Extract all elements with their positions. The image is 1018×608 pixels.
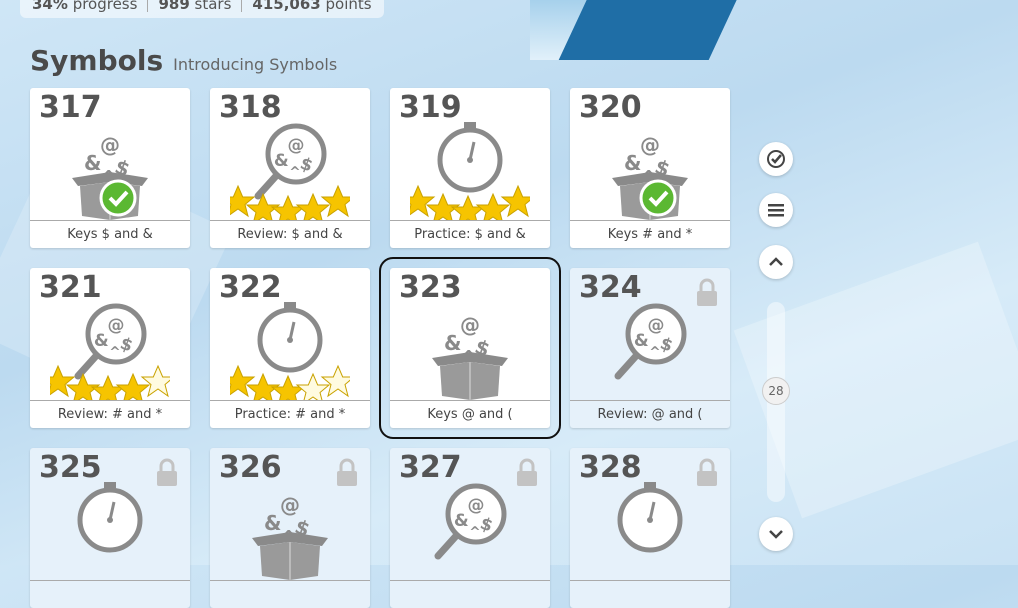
- box-icon: & @ $ ^: [432, 313, 508, 400]
- section-title: Symbols: [30, 44, 164, 77]
- star-icon: [450, 194, 486, 221]
- star-icon: [320, 184, 350, 218]
- check-circle-icon: [767, 150, 785, 168]
- svg-text:@: @: [648, 316, 665, 336]
- svg-text:@: @: [100, 133, 120, 157]
- box-icon: & @ $ ^: [72, 133, 148, 220]
- svg-text:&: &: [94, 331, 109, 351]
- lesson-tile: 324 & @ $ ^ Review: @ and (: [570, 268, 730, 428]
- check-progress-button[interactable]: [759, 142, 793, 176]
- magnifier-icon: & @ $ ^: [614, 303, 687, 380]
- svg-text:&: &: [454, 511, 469, 531]
- lesson-caption: [390, 580, 550, 608]
- magnifier-icon: & @ $ ^: [230, 123, 350, 221]
- chevron-up-icon: [769, 257, 783, 266]
- lesson-tile[interactable]: 317 & @ $ ^ Keys $ and &: [30, 88, 190, 248]
- divider: [147, 0, 149, 12]
- stopwatch-icon: [410, 122, 530, 221]
- lock-icon: [697, 458, 717, 486]
- scroll-up-button[interactable]: [759, 245, 793, 279]
- points-stat: 415,063 points: [252, 0, 372, 13]
- star-icon: [270, 194, 306, 221]
- svg-text:@: @: [288, 136, 305, 156]
- scroll-knob[interactable]: 28: [762, 377, 790, 405]
- stopwatch-icon: [617, 482, 683, 553]
- svg-text:^: ^: [469, 524, 480, 540]
- star-icon: [140, 364, 170, 398]
- divider: [241, 0, 243, 12]
- progress-stat: 34% progress: [32, 0, 138, 13]
- menu-button[interactable]: [759, 193, 793, 227]
- background-shape: [558, 0, 742, 60]
- lesson-caption: Review: $ and &: [210, 220, 370, 248]
- lesson-tile: 328: [570, 448, 730, 608]
- svg-text:^: ^: [109, 344, 120, 360]
- box-icon: & @ $ ^: [612, 133, 688, 220]
- star-icon: [230, 364, 256, 398]
- svg-text:&: &: [624, 151, 641, 175]
- svg-text:&: &: [274, 151, 289, 171]
- lesson-caption: Keys $ and &: [30, 220, 190, 248]
- lesson-caption: Review: # and *: [30, 400, 190, 428]
- stars-stat: 989 stars: [158, 0, 232, 13]
- magnifier-icon: & @ $ ^: [50, 303, 170, 401]
- lesson-tile[interactable]: 318 & @ $ ^ Review: $ and &: [210, 88, 370, 248]
- svg-text:&: &: [634, 331, 649, 351]
- stopwatch-icon: [77, 482, 143, 553]
- lesson-tile: 327 & @ $ ^: [390, 448, 550, 608]
- svg-text:@: @: [108, 316, 125, 336]
- scroll-down-button[interactable]: [759, 517, 793, 551]
- lesson-caption: Keys @ and (: [390, 400, 550, 428]
- svg-text:@: @: [468, 496, 485, 516]
- lesson-tile[interactable]: 321 & @ $ ^ Review: # and *: [30, 268, 190, 428]
- check-icon: [99, 179, 137, 217]
- svg-text:^: ^: [649, 344, 660, 360]
- svg-text:@: @: [280, 493, 300, 517]
- lesson-caption: [570, 580, 730, 608]
- svg-text:&: &: [264, 511, 281, 535]
- svg-text:@: @: [460, 313, 480, 337]
- star-icon: [50, 364, 76, 398]
- section-subtitle: Introducing Symbols: [173, 55, 338, 74]
- lesson-tile[interactable]: 320 & @ $ ^ Keys # and *: [570, 88, 730, 248]
- lesson-tile: 326 & @ $ ^: [210, 448, 370, 608]
- lock-icon: [157, 458, 177, 486]
- lesson-caption: [210, 580, 370, 608]
- lesson-caption: Practice: # and *: [210, 400, 370, 428]
- menu-icon: [768, 204, 784, 217]
- lock-icon: [337, 458, 357, 486]
- lock-icon: [697, 278, 717, 306]
- box-icon: & @ $ ^: [252, 493, 328, 580]
- stats-bar: 34% progress 989 stars 415,063 points: [20, 0, 384, 18]
- magnifier-icon: & @ $ ^: [434, 483, 507, 560]
- lesson-tile[interactable]: 319 Practice: $ and &: [390, 88, 550, 248]
- lesson-tile[interactable]: 322 Practice: # and *: [210, 268, 370, 428]
- lock-icon: [517, 458, 537, 486]
- star-icon: [410, 184, 436, 218]
- lesson-caption: Practice: $ and &: [390, 220, 550, 248]
- lesson-caption: [30, 580, 190, 608]
- svg-text:&: &: [84, 151, 101, 175]
- lesson-tile[interactable]: 323 & @ $ ^ Keys @ and (: [379, 257, 561, 439]
- stopwatch-icon: [230, 302, 350, 401]
- chevron-down-icon: [769, 530, 783, 539]
- section-heading: Symbols Introducing Symbols: [30, 44, 337, 77]
- lesson-caption: Keys # and *: [570, 220, 730, 248]
- svg-text:^: ^: [289, 164, 300, 180]
- lesson-caption: Review: @ and (: [570, 400, 730, 428]
- star-icon: [320, 364, 350, 398]
- check-icon: [639, 179, 677, 217]
- lesson-tile: 325: [30, 448, 190, 608]
- star-icon: [270, 374, 306, 401]
- star-icon: [500, 184, 530, 218]
- svg-text:&: &: [444, 331, 461, 355]
- star-icon: [230, 184, 256, 218]
- star-icon: [90, 374, 126, 401]
- svg-text:@: @: [640, 133, 660, 157]
